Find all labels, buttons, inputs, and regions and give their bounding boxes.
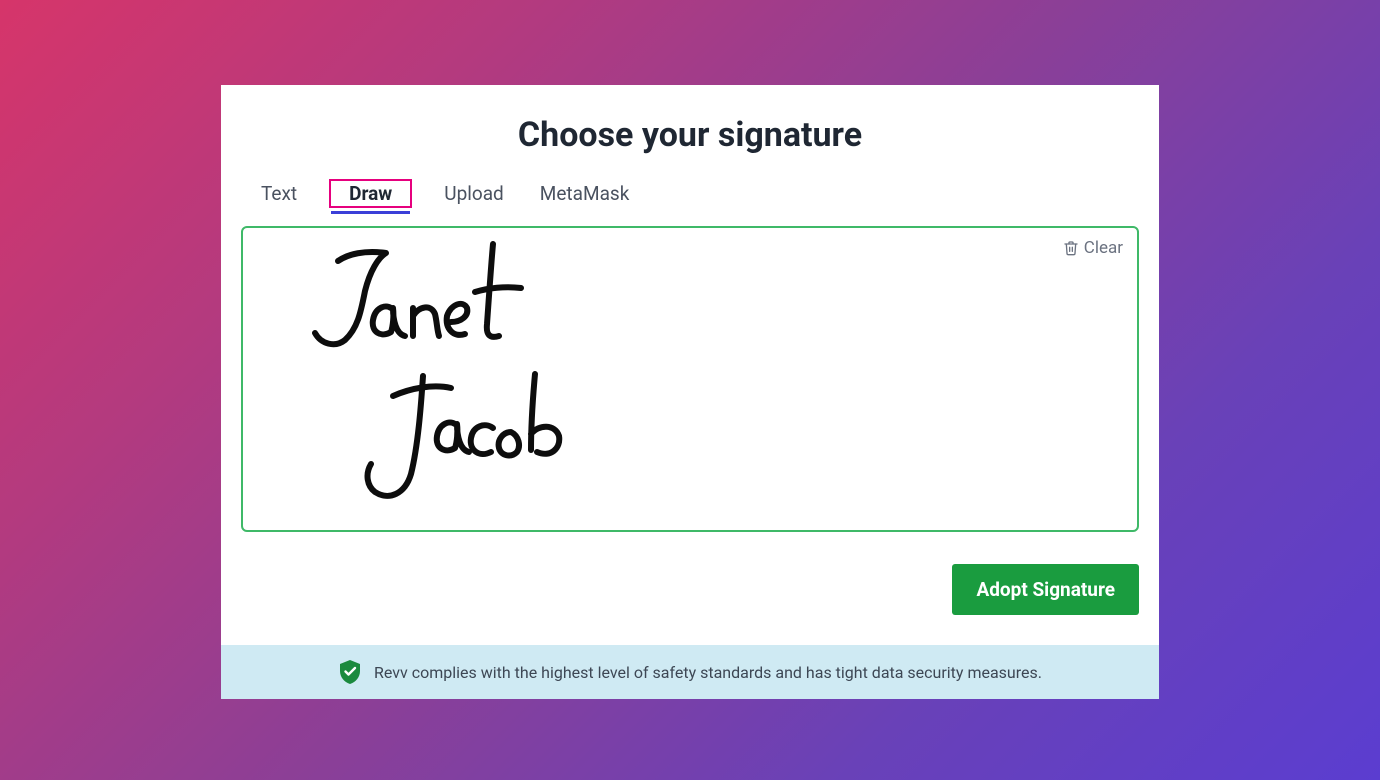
- clear-label: Clear: [1084, 238, 1123, 258]
- modal-content: Choose your signature Text Draw Upload M…: [221, 85, 1159, 645]
- tab-metamask[interactable]: MetaMask: [536, 180, 634, 207]
- trash-icon: [1063, 240, 1079, 256]
- signature-canvas[interactable]: Clear: [241, 226, 1139, 532]
- modal-title: Choose your signature: [241, 115, 1139, 155]
- signature-modal: Choose your signature Text Draw Upload M…: [221, 85, 1159, 699]
- drawn-signature: [293, 236, 823, 516]
- tab-text[interactable]: Text: [257, 180, 301, 207]
- adopt-signature-button[interactable]: Adopt Signature: [952, 564, 1139, 615]
- clear-button[interactable]: Clear: [1063, 238, 1123, 258]
- tab-draw[interactable]: Draw: [329, 179, 412, 208]
- tab-bar: Text Draw Upload MetaMask: [241, 179, 1139, 208]
- action-row: Adopt Signature: [241, 564, 1139, 615]
- shield-check-icon: [338, 659, 362, 685]
- security-footer: Revv complies with the highest level of …: [221, 645, 1159, 699]
- footer-message: Revv complies with the highest level of …: [374, 663, 1042, 682]
- tab-upload[interactable]: Upload: [440, 180, 508, 207]
